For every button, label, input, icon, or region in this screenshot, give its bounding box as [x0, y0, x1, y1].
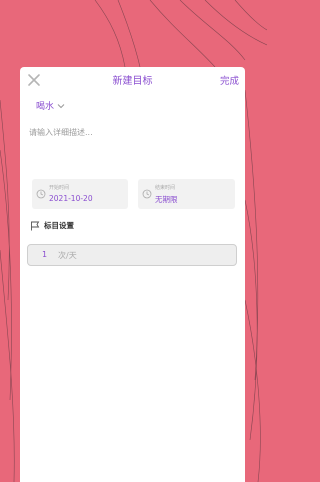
end-date-value: 无期限 — [155, 195, 178, 204]
target-unit: 次/天 — [58, 251, 77, 260]
end-date-field[interactable]: 结束时间 无期限 — [138, 179, 235, 209]
description-input[interactable] — [27, 125, 241, 169]
start-date-value: 2021-10-20 — [49, 194, 93, 203]
category-value: 喝水 — [36, 102, 55, 112]
target-value: 1 — [42, 250, 48, 259]
clock-icon — [142, 189, 152, 199]
dialog-title: 新建目标 — [112, 76, 153, 87]
target-frequency-input[interactable]: 1 次/天 — [27, 244, 237, 266]
clock-icon — [36, 189, 46, 199]
dialog-header: 新建目标 完成 — [20, 67, 245, 93]
target-settings-label: 标目设置 — [44, 221, 74, 230]
target-settings-header: 标目设置 — [30, 220, 74, 231]
start-date-label: 开始时间 — [49, 185, 70, 191]
start-date-field[interactable]: 开始时间 2021-10-20 — [32, 179, 128, 209]
new-goal-dialog: 新建目标 完成 喝水 开始时间 2021-10-20 结束时间 无期限 标目设置… — [20, 67, 245, 482]
flag-icon — [31, 221, 40, 230]
end-date-label: 结束时间 — [155, 185, 176, 191]
chevron-down-icon — [57, 103, 65, 108]
category-selector[interactable]: 喝水 — [36, 99, 65, 112]
done-button[interactable]: 完成 — [220, 73, 239, 87]
